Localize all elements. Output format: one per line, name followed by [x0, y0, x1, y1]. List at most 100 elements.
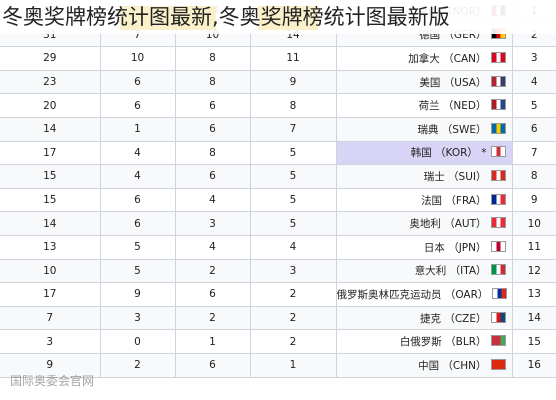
page-title-text: 冬奥奖牌榜统计图最新,冬奥奖牌榜统计图最新版: [2, 5, 450, 29]
flag-icon: [490, 193, 506, 205]
nation-cell: 美国 （USA）: [336, 70, 513, 95]
nation-label: 法国 （FRA）: [421, 194, 487, 207]
bronze-cell: 1: [100, 117, 176, 142]
nation-label: 加拿大 （CAN）: [408, 52, 487, 65]
bronze-cell: 6: [100, 188, 176, 213]
gold-cell: 2: [250, 329, 337, 354]
rank-cell: 11: [512, 235, 556, 260]
nation-cell: 日本 （JPN）: [336, 235, 513, 260]
table-row: 15 6 4 5 法国 （FRA） 9: [0, 188, 556, 213]
flag-icon: [490, 240, 506, 252]
total-cell: 7: [0, 306, 101, 331]
flag-icon: [490, 335, 506, 347]
gold-cell: 5: [250, 141, 337, 166]
gold-cell: 2: [250, 282, 337, 307]
total-cell: 14: [0, 211, 101, 236]
rank-cell: 8: [512, 164, 556, 189]
total-cell: 29: [0, 46, 101, 71]
rank-cell: 13: [512, 282, 556, 307]
total-cell: 15: [0, 164, 101, 189]
nation-label: 瑞典 （SWE）: [417, 123, 487, 136]
gold-cell: 5: [250, 164, 337, 189]
table-row: 17 4 8 5 韩国 （KOR） * 7: [0, 141, 556, 166]
rank-cell: 6: [512, 117, 556, 142]
gold-cell: 3: [250, 259, 337, 284]
nation-cell: 瑞典 （SWE）: [336, 117, 513, 142]
bronze-cell: 9: [100, 282, 176, 307]
flag-icon: [490, 264, 506, 276]
nation-label: 美国 （USA）: [419, 76, 487, 89]
medal-table-body: 39111414挪威 （NOR）13171014德国 （GER）22910811…: [0, 0, 556, 378]
total-cell: 15: [0, 188, 101, 213]
bronze-cell: 6: [100, 211, 176, 236]
nation-cell: 加拿大 （CAN）: [336, 46, 513, 71]
total-cell: 23: [0, 70, 101, 95]
nation-label: 意大利 （ITA）: [414, 265, 487, 278]
nation-cell: 意大利 （ITA）: [336, 259, 513, 284]
silver-cell: 8: [175, 46, 251, 71]
bronze-cell: 5: [100, 235, 176, 260]
rank-cell: 16: [512, 353, 556, 378]
nation-label: 俄罗斯奥林匹克运动员 （OAR）: [336, 288, 489, 301]
gold-cell: 11: [250, 46, 337, 71]
total-cell: 3: [0, 329, 101, 354]
nation-cell: 法国 （FRA）: [336, 188, 513, 213]
flag-icon: [490, 217, 506, 229]
silver-cell: 2: [175, 306, 251, 331]
table-row: 14 1 6 7 瑞典 （SWE） 6: [0, 117, 556, 142]
bronze-cell: 4: [100, 141, 176, 166]
flag-icon: [490, 146, 506, 158]
total-cell: 10: [0, 259, 101, 284]
silver-cell: 1: [175, 329, 251, 354]
table-row: 3 0 1 2 白俄罗斯 （BLR） 15: [0, 329, 556, 354]
watermark: 国际奥委会官网: [10, 374, 95, 388]
nation-cell: 中国 （CHN）: [336, 353, 513, 378]
nation-cell: 荷兰 （NED）: [336, 93, 513, 118]
gold-cell: 2: [250, 306, 337, 331]
table-row: 20 6 6 8 荷兰 （NED） 5: [0, 93, 556, 118]
nation-label: 韩国 （KOR） *: [410, 147, 487, 160]
nation-label: 奥地利 （AUT）: [409, 218, 487, 231]
total-cell: 17: [0, 282, 101, 307]
table-row: 7 3 2 2 捷克 （CZE） 14: [0, 306, 556, 331]
nation-cell: 俄罗斯奥林匹克运动员 （OAR）: [336, 282, 513, 307]
table-row: 14 6 3 5 奥地利 （AUT） 10: [0, 211, 556, 236]
bronze-cell: 2: [100, 353, 176, 378]
bronze-cell: 6: [100, 93, 176, 118]
nation-label: 瑞士 （SUI）: [423, 170, 487, 183]
nation-label: 荷兰 （NED）: [418, 100, 487, 113]
flag-icon: [490, 358, 506, 370]
nation-label: 捷克 （CZE）: [420, 312, 487, 325]
flag-icon: [490, 51, 506, 63]
gold-cell: 1: [250, 353, 337, 378]
bronze-cell: 10: [100, 46, 176, 71]
rank-cell: 9: [512, 188, 556, 213]
silver-cell: 8: [175, 141, 251, 166]
nation-cell: 韩国 （KOR） *: [336, 141, 513, 166]
flag-icon: [490, 169, 506, 181]
rank-cell: 10: [512, 211, 556, 236]
gold-cell: 5: [250, 211, 337, 236]
silver-cell: 6: [175, 93, 251, 118]
rank-cell: 14: [512, 306, 556, 331]
rank-cell: 15: [512, 329, 556, 354]
total-cell: 20: [0, 93, 101, 118]
nation-cell: 白俄罗斯 （BLR）: [336, 329, 513, 354]
table-row: 15 4 6 5 瑞士 （SUI） 8: [0, 164, 556, 189]
nation-label: 日本 （JPN）: [423, 241, 487, 254]
bronze-cell: 6: [100, 70, 176, 95]
silver-cell: 6: [175, 164, 251, 189]
bronze-cell: 4: [100, 164, 176, 189]
nation-cell: 瑞士 （SUI）: [336, 164, 513, 189]
table-row: 13 5 4 4 日本 （JPN） 11: [0, 235, 556, 260]
gold-cell: 9: [250, 70, 337, 95]
flag-icon: [490, 75, 506, 87]
table-row: 10 5 2 3 意大利 （ITA） 12: [0, 259, 556, 284]
rank-cell: 12: [512, 259, 556, 284]
table-row: 23 6 8 9 美国 （USA） 4: [0, 70, 556, 95]
flag-icon: [490, 311, 506, 323]
table-row: 29 10 8 11 加拿大 （CAN） 3: [0, 46, 556, 71]
silver-cell: 6: [175, 117, 251, 142]
nation-label: 白俄罗斯 （BLR）: [399, 336, 487, 349]
gold-cell: 4: [250, 235, 337, 260]
